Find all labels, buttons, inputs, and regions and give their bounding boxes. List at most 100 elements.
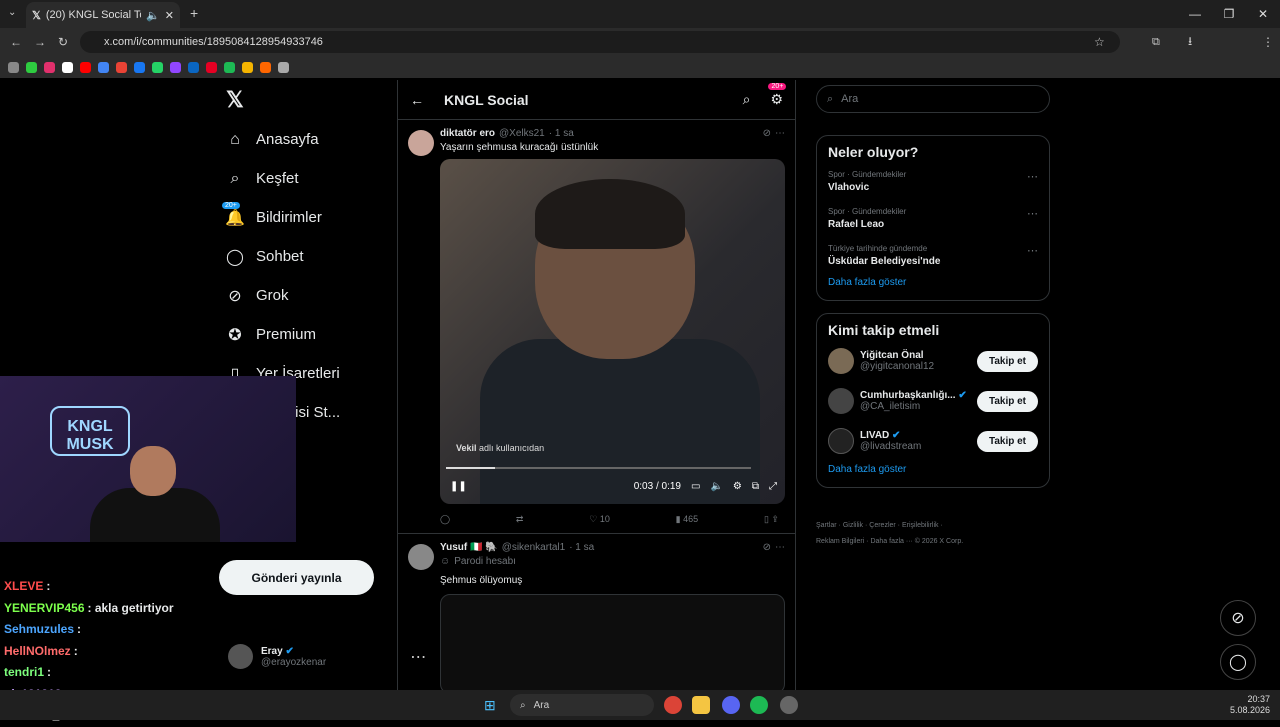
bookmark-icon[interactable] bbox=[44, 61, 55, 73]
address-bar-row: ← → ↻ x.com/i/communities/18950841289549… bbox=[0, 28, 1280, 56]
bookmark-icon[interactable]: ▯ ⇪ bbox=[764, 514, 779, 525]
nav-home[interactable]: ⌂ Anasayfa bbox=[218, 120, 396, 159]
retweet-icon[interactable]: ⇄ bbox=[516, 514, 524, 525]
back-icon[interactable]: ← bbox=[10, 35, 22, 49]
avatar[interactable] bbox=[408, 130, 434, 156]
tweet-author[interactable]: diktatör ero bbox=[440, 128, 495, 139]
right-sidebar: ⌕ Ara Neler oluyor? Spor · Gündemdekiler… bbox=[816, 85, 1050, 550]
bookmark-icon[interactable] bbox=[170, 61, 181, 73]
search-icon[interactable]: ⌕ bbox=[743, 91, 751, 108]
trend-item[interactable]: Türkiye tarihinde gündemde Üsküdar Beled… bbox=[828, 244, 1038, 267]
tweet-header: Yusuf 🇮🇹 🐘 @sikenkartal1 · 1 sa ⊘ ⋯ bbox=[440, 542, 785, 553]
search-input[interactable]: ⌕ Ara bbox=[816, 85, 1050, 113]
show-more-link[interactable]: Daha fazla göster bbox=[828, 277, 1038, 288]
video-progress-bar[interactable] bbox=[446, 467, 751, 469]
download-icon[interactable]: ⭳ bbox=[1188, 32, 1192, 53]
views-button[interactable]: ▮ 465 bbox=[676, 514, 698, 525]
reload-icon[interactable]: ↻ bbox=[58, 35, 68, 49]
trend-item[interactable]: Spor · Gündemdekiler Vlahovic ⋯ bbox=[828, 170, 1038, 193]
tweet-handle[interactable]: @sikenkartal1 bbox=[502, 542, 566, 553]
new-tab-button[interactable]: + bbox=[190, 5, 198, 21]
bookmark-icon[interactable] bbox=[260, 61, 271, 73]
follow-button[interactable]: Takip et bbox=[976, 430, 1038, 452]
tab-search-icon[interactable]: ⌄ bbox=[8, 7, 16, 18]
bookmark-icon[interactable] bbox=[188, 61, 199, 73]
grok-fab-button[interactable]: ⊘ bbox=[1220, 600, 1256, 636]
avatar[interactable] bbox=[408, 544, 434, 570]
tweet-text: Yaşarın şehmusa kuracağı üstünlük bbox=[440, 142, 599, 153]
follow-suggestion[interactable]: Cumhurbaşkanlığı... ✔ @CA_iletisim Takip … bbox=[828, 388, 1038, 414]
url-input[interactable]: x.com/i/communities/1895084128954933746 bbox=[80, 31, 1120, 53]
show-more-link[interactable]: Daha fazla göster bbox=[828, 464, 1038, 475]
grok-icon[interactable]: ⊘ bbox=[763, 542, 771, 553]
nav-premium[interactable]: ✪ Premium bbox=[218, 315, 396, 354]
bookmark-icon[interactable] bbox=[206, 61, 217, 73]
tweet-author[interactable]: Yusuf 🇮🇹 🐘 bbox=[440, 542, 498, 553]
more-icon[interactable]: ⋯ bbox=[1027, 170, 1038, 183]
back-arrow-icon[interactable]: ← bbox=[410, 92, 424, 108]
minimize-button[interactable]: — bbox=[1178, 0, 1212, 28]
bookmark-icon[interactable] bbox=[26, 61, 37, 73]
tweet[interactable]: diktatör ero @Xelks21 · 1 sa ⊘ ⋯ Yaşarın… bbox=[398, 120, 795, 534]
bookmark-icon[interactable] bbox=[134, 61, 145, 73]
trend-item[interactable]: Spor · Gündemdekiler Rafael Leao ⋯ bbox=[828, 207, 1038, 230]
nav-chat[interactable]: ◯ Sohbet bbox=[218, 237, 396, 276]
follow-suggestion[interactable]: LIVAD ✔ @livadstream Takip et bbox=[828, 428, 1038, 454]
volume-icon[interactable]: 🔈 bbox=[710, 481, 722, 492]
bookmark-icon[interactable] bbox=[278, 61, 289, 73]
fullscreen-icon[interactable]: ⤢ bbox=[769, 481, 777, 492]
bookmark-icon[interactable] bbox=[116, 61, 127, 73]
follow-button[interactable]: Takip et bbox=[976, 350, 1038, 372]
tweet-handle[interactable]: @Xelks21 bbox=[499, 128, 545, 139]
tweet-media[interactable] bbox=[440, 594, 785, 694]
reply-icon[interactable]: ◯ bbox=[440, 514, 450, 525]
follow-button[interactable]: Takip et bbox=[976, 390, 1038, 412]
app-icon[interactable] bbox=[780, 696, 798, 714]
maximize-button[interactable]: ❐ bbox=[1212, 0, 1246, 28]
start-icon[interactable]: ⊞ bbox=[484, 697, 496, 714]
bookmark-icon[interactable] bbox=[80, 61, 91, 73]
x-logo-icon[interactable]: 𝕏 bbox=[218, 80, 396, 120]
browser-tab[interactable]: 𝕏 (20) KNGL Social Topluluk / 🔈 ✕ bbox=[26, 2, 180, 28]
more-icon[interactable]: ⋯ bbox=[775, 542, 785, 553]
bookmark-icon[interactable] bbox=[62, 61, 73, 73]
spotify-icon[interactable] bbox=[750, 696, 768, 714]
folder-icon[interactable] bbox=[692, 696, 710, 714]
more-icon[interactable]: ⋯ bbox=[1027, 207, 1038, 220]
settings-icon[interactable]: ⚙ bbox=[733, 481, 742, 492]
discord-icon[interactable] bbox=[722, 696, 740, 714]
post-button[interactable]: Gönderi yayınla bbox=[219, 560, 374, 595]
bookmark-icon[interactable] bbox=[152, 61, 163, 73]
speaker-icon[interactable]: 🔈 bbox=[146, 9, 160, 22]
chrome-icon[interactable] bbox=[664, 696, 682, 714]
video-player[interactable]: Vekil adlı kullanıcıdan ❚❚ 0:03 / 0:19 ▭… bbox=[440, 159, 785, 504]
nav-explore[interactable]: ⌕ Keşfet bbox=[218, 159, 396, 198]
community-avatar-icon[interactable]: ⚙ 20+ bbox=[768, 83, 787, 108]
system-clock[interactable]: 20:37 5.08.2026 bbox=[1230, 694, 1270, 716]
chat-message: tendri1: bbox=[4, 665, 52, 679]
nav-grok[interactable]: ⊘ Grok bbox=[218, 276, 396, 315]
mask-icon: ☺ bbox=[440, 556, 451, 567]
more-icon[interactable]: ⋯ bbox=[1027, 244, 1038, 257]
bookmark-icon[interactable] bbox=[242, 61, 253, 73]
apps-icon[interactable] bbox=[8, 61, 19, 73]
taskbar-search[interactable]: ⌕ Ara bbox=[510, 694, 654, 716]
extensions-icon[interactable]: ⧉ bbox=[1152, 36, 1160, 49]
pause-icon[interactable]: ❚❚ bbox=[450, 481, 467, 492]
like-button[interactable]: ♡ 10 bbox=[589, 514, 610, 525]
follow-suggestion[interactable]: Yiğitcan Önal @yigitcanonal12 Takip et bbox=[828, 348, 1038, 374]
close-tab-icon[interactable]: ✕ bbox=[165, 9, 174, 22]
tweet[interactable]: Yusuf 🇮🇹 🐘 @sikenkartal1 · 1 sa ⊘ ⋯ ☺ Pa… bbox=[398, 534, 795, 703]
bookmark-star-icon[interactable]: ☆ bbox=[1094, 35, 1105, 49]
forward-icon[interactable]: → bbox=[34, 35, 46, 49]
menu-icon[interactable]: ⋮ bbox=[1262, 35, 1274, 49]
more-icon[interactable]: ⋯ bbox=[775, 128, 785, 139]
captions-icon[interactable]: ▭ bbox=[691, 481, 700, 492]
grok-icon[interactable]: ⊘ bbox=[763, 128, 771, 139]
bookmark-icon[interactable] bbox=[98, 61, 109, 73]
messages-fab-button[interactable]: ◯ bbox=[1220, 644, 1256, 680]
popout-icon[interactable]: ⧉ bbox=[752, 481, 759, 492]
bookmark-icon[interactable] bbox=[224, 61, 235, 73]
close-window-button[interactable]: ✕ bbox=[1246, 0, 1280, 28]
nav-notifications[interactable]: 🔔 20+ Bildirimler bbox=[218, 198, 396, 237]
